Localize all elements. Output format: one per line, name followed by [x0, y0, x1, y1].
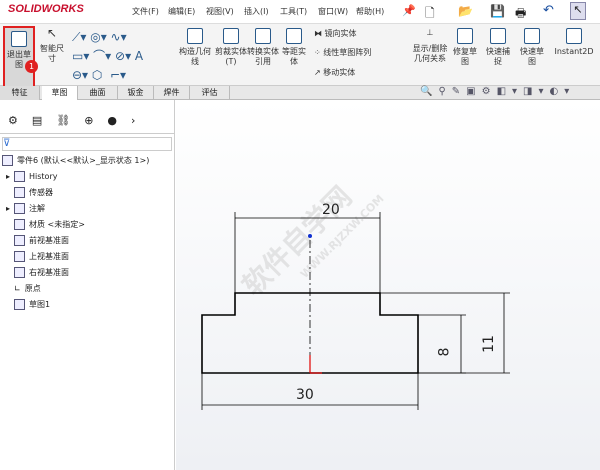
origin-icon: ∟	[14, 284, 21, 293]
sketch-tools-grid: ⟋▾ ◎▾ ∿▾ ▭▾ ⌒▾ ⊘▾ A ⊖▾ ⬡ ⌐▾	[72, 28, 172, 84]
graphics-area[interactable]: 软件自学网 WWW.RJZXW.COM 20 30 8 11	[176, 100, 600, 470]
dimension-8-label[interactable]: 8	[436, 348, 452, 357]
offset-entities-button[interactable]: 等距实体	[280, 28, 308, 67]
slot-icon[interactable]: ⊖▾ ⬡ ⌐▾	[72, 68, 126, 82]
menu-insert[interactable]: 插入(I)	[244, 6, 269, 17]
material-icon	[14, 219, 25, 230]
new-file-icon[interactable]: 🗋	[425, 4, 435, 25]
tab-evaluate[interactable]: 评估	[190, 86, 230, 100]
repair-sketch-button[interactable]: 修复草图	[450, 28, 480, 67]
tree-item-origin[interactable]: ∟ 原点	[14, 283, 41, 294]
sketch-point	[308, 234, 312, 238]
tab-sheet-metal[interactable]: 钣金	[118, 86, 154, 100]
manager-tabs[interactable]: ⚙▤⛓⊕●›	[0, 114, 175, 134]
plane-icon	[14, 267, 25, 278]
tree-item-sensors[interactable]: 传感器	[14, 187, 53, 198]
trim-icon	[223, 28, 239, 44]
menu-edit[interactable]: 编辑(E)	[168, 6, 195, 17]
tree-item-right-plane[interactable]: 右视基准面	[14, 267, 69, 278]
select-pointer-icon[interactable]: ↖	[570, 2, 586, 20]
dimension-20-label[interactable]: 20	[322, 202, 340, 218]
tree-root-part[interactable]: 零件6 (默认<<默认>_显示状态 1>)	[2, 155, 149, 166]
display-relations-button[interactable]: ⊥ 显示/删除几何关系	[412, 28, 448, 64]
menu-file[interactable]: 文件(F)	[132, 6, 159, 17]
exit-sketch-icon	[11, 31, 27, 47]
solidworks-logo: SOLIDWORKS	[8, 3, 84, 15]
tree-item-top-plane[interactable]: 上视基准面	[14, 251, 69, 262]
instant2d-icon	[566, 28, 582, 44]
undo-icon[interactable]: ↶	[543, 3, 554, 18]
save-icon[interactable]: 💾	[490, 4, 505, 18]
tree-item-front-plane[interactable]: 前视基准面	[14, 235, 69, 246]
menu-help[interactable]: 帮助(H)	[356, 6, 384, 17]
convert-icon	[255, 28, 271, 44]
command-tabs: 特征 草图 曲面 钣金 焊件 评估 🔍⚲✎▣⚙◧▾◨▾◐▾	[0, 86, 600, 100]
rapid-sketch-icon	[524, 28, 540, 44]
title-bar: SOLIDWORKS 文件(F) 编辑(E) 视图(V) 插入(I) 工具(T)…	[0, 0, 600, 24]
rectangle-icon[interactable]: ▭▾ ⌒▾ ⊘▾ A	[72, 49, 143, 63]
sketch-icon	[14, 299, 25, 310]
trim-entities-button[interactable]: 剪裁实体(T)	[214, 28, 248, 67]
line-icon[interactable]: ⟋▾ ◎▾ ∿▾	[72, 30, 127, 44]
history-folder-icon	[14, 171, 26, 182]
convert-entities-button[interactable]: 转换实体引用	[246, 28, 280, 67]
dimension-11-label[interactable]: 11	[481, 335, 497, 353]
tree-item-material[interactable]: 材质 <未指定>	[14, 219, 85, 230]
tab-sketch[interactable]: 草图	[42, 86, 78, 100]
menu-view[interactable]: 视图(V)	[206, 6, 234, 17]
dimension-11	[380, 292, 510, 374]
construction-geometry-button[interactable]: 构造几何线	[178, 28, 212, 67]
open-icon[interactable]: 📂	[458, 4, 473, 18]
feature-manager-tree: ⚙▤⛓⊕●› ⊽ 零件6 (默认<<默认>_显示状态 1>) ▸ History …	[0, 100, 175, 470]
plane-icon	[14, 251, 25, 262]
origin-icon	[309, 355, 322, 374]
sketch-drawing	[201, 212, 510, 410]
quick-snaps-button[interactable]: 快速捕捉	[484, 28, 512, 67]
menu-tools[interactable]: 工具(T)	[280, 6, 307, 17]
move-entities-button[interactable]: ↗ 移动实体	[314, 68, 355, 78]
filter-icon[interactable]: ⊽	[2, 137, 172, 151]
rapid-sketch-button[interactable]: 快速草图	[518, 28, 546, 67]
sensors-folder-icon	[14, 187, 25, 198]
view-heads-up-toolbar[interactable]: 🔍⚲✎▣⚙◧▾◨▾◐▾	[420, 86, 575, 97]
plane-icon	[14, 235, 25, 246]
print-icon[interactable]: 🖶	[515, 4, 526, 25]
exit-sketch-button[interactable]: 退出草图 1	[3, 26, 38, 88]
annotations-folder-icon	[14, 203, 26, 214]
linear-pattern-button[interactable]: ⁘ 线性草图阵列	[314, 48, 371, 58]
construction-icon	[187, 28, 203, 44]
tree-item-sketch1[interactable]: 草图1	[14, 299, 50, 310]
smart-dimension-button[interactable]: ↖ 智能尺寸	[38, 26, 66, 64]
pin-icon[interactable]: 📌	[402, 4, 416, 17]
dimension-30-label[interactable]: 30	[296, 387, 314, 403]
tab-weldments[interactable]: 焊件	[154, 86, 190, 100]
step-badge: 1	[25, 60, 38, 73]
menu-window[interactable]: 窗口(W)	[318, 6, 348, 17]
part-icon	[2, 155, 13, 166]
tree-item-history[interactable]: ▸ History	[6, 171, 57, 182]
instant2d-button[interactable]: Instant2D	[552, 28, 596, 57]
dimension-20	[234, 212, 381, 293]
tree-item-annotations[interactable]: ▸ 注解	[6, 203, 45, 214]
relations-icon: ⊥	[426, 28, 434, 37]
tab-surfaces[interactable]: 曲面	[78, 86, 118, 100]
offset-icon	[286, 28, 302, 44]
command-manager-ribbon: 退出草图 1 ↖ 智能尺寸 ⟋▾ ◎▾ ∿▾ ▭▾ ⌒▾ ⊘▾ A ⊖▾ ⬡ ⌐▾…	[0, 24, 600, 88]
tab-features[interactable]: 特征	[0, 86, 40, 100]
repair-icon	[457, 28, 473, 44]
smart-dimension-icon: ↖	[46, 26, 58, 40]
snap-icon	[490, 28, 506, 44]
mirror-entities-button[interactable]: ⧓ 镜向实体	[314, 29, 357, 39]
dimension-8	[418, 314, 466, 374]
